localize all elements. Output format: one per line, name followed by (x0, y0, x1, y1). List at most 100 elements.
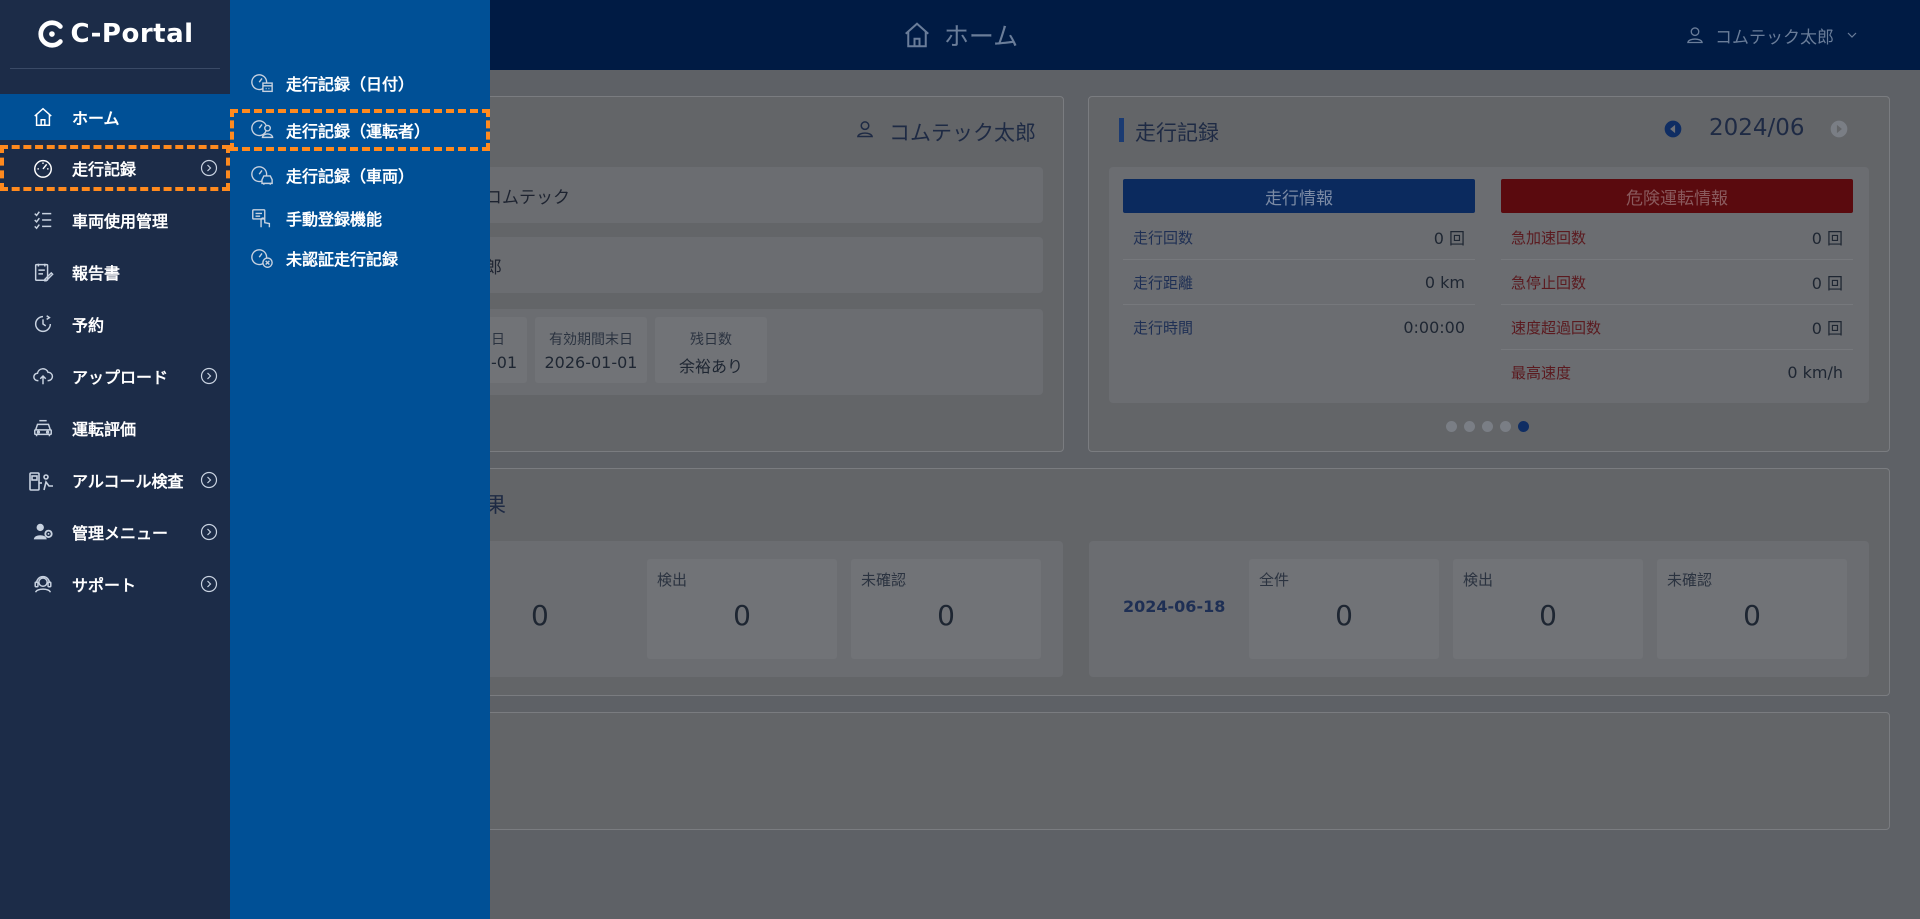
submenu-item-by-driver[interactable]: 走行記録（運転者） (230, 109, 490, 151)
remaining-label: 残日数 (690, 332, 732, 348)
speedometer-icon (32, 157, 54, 179)
detect-value: 0 (733, 599, 751, 632)
carousel-dot[interactable] (1464, 421, 1475, 432)
sidebar-item-vehicle-usage[interactable]: 車両使用管理 (0, 197, 230, 243)
logo[interactable]: C-Portal (0, 0, 230, 68)
result-date: 2024-06-18 (1123, 597, 1226, 616)
sidebar-item-label: 予約 (72, 316, 105, 335)
home-icon (32, 106, 54, 128)
result-right-panel: 2024-06-18 全件 0 検出 0 未確認 0 (1089, 541, 1869, 677)
carousel-dot[interactable] (1482, 421, 1493, 432)
sidebar-item-report[interactable]: 報告書 (0, 249, 230, 295)
table-row: 走行回数 0 回 (1123, 215, 1475, 260)
expiry-value: 2026-01-01 (544, 353, 638, 372)
all-chip: 全件 0 (1249, 559, 1439, 659)
page-title: ホーム (902, 17, 1018, 53)
submenu-item-by-date[interactable]: 走行記録（日付） (230, 63, 490, 103)
clock-icon (32, 313, 54, 335)
unconfirmed-value: 0 (937, 599, 955, 632)
table-row: 急停止回数 0 回 (1501, 260, 1853, 305)
row-value: 0 回 (1811, 274, 1843, 293)
detect-label: 検出 (1463, 571, 1494, 589)
sidebar-item-alcohol-test[interactable]: アルコール検査 (0, 457, 230, 503)
support-agent-icon (32, 573, 54, 595)
next-month-icon[interactable] (1829, 119, 1849, 139)
speedometer-driver-icon (250, 118, 274, 140)
unconfirmed-label: 未確認 (1667, 571, 1713, 589)
sidebar-item-label: ホーム (72, 109, 120, 128)
row-label: 最高速度 (1511, 363, 1572, 382)
submenu-item-by-vehicle[interactable]: 走行記録（車両） (230, 155, 490, 195)
sidebar-item-label: 車両使用管理 (72, 212, 169, 231)
row-label: 走行回数 (1133, 228, 1194, 247)
sidebar-item-drive-record[interactable]: 走行記録 (0, 145, 230, 191)
remaining-chip: 残日数 余裕あり (655, 317, 767, 383)
sidebar-item-label: アップロード (72, 368, 169, 387)
unconfirmed-chip: 未確認 0 (1657, 559, 1847, 659)
chevron-right-icon (200, 523, 218, 541)
submenu-item-unverified[interactable]: 未認証走行記録 (230, 238, 490, 278)
unconfirmed-label: 未確認 (861, 571, 907, 589)
sidebar-item-home[interactable]: ホーム (0, 94, 230, 140)
submenu-item-manual-entry[interactable]: 手動登録機能 (230, 198, 490, 238)
detect-chip: 検出 0 (1453, 559, 1643, 659)
user-menu[interactable]: コムテック太郎 (1685, 0, 1860, 70)
all-value: 0 (1335, 599, 1353, 632)
empty-card (430, 712, 1890, 830)
breathalyzer-icon (28, 469, 56, 491)
sidebar-item-label: 報告書 (72, 264, 121, 283)
company-row: コムテック (431, 167, 1043, 223)
checklist-icon (32, 209, 54, 231)
carousel-dot[interactable] (1500, 421, 1511, 432)
sidebar: C-Portal ホーム 走行記録 車両使用管理 報告書 予約 アップロード 運… (0, 0, 230, 919)
speedometer-calendar-icon (250, 72, 274, 94)
row-value: 0 回 (1811, 319, 1843, 338)
all-label: 全件 (1259, 571, 1290, 589)
speedometer-unverified-icon (250, 247, 274, 269)
drive-record-card: 走行記録 2024/06 走行情報 危険運転情報 走行回数 0 回 走行距離 0… (1088, 96, 1890, 452)
admin-gear-icon (32, 521, 54, 543)
chevron-down-icon (1844, 27, 1860, 43)
report-icon (32, 261, 54, 283)
sidebar-item-label: アルコール検査 (72, 472, 184, 491)
title-accent (1119, 118, 1124, 142)
logo-text: C-Portal (70, 19, 194, 49)
row-value: 0 回 (1433, 229, 1465, 248)
detect-value: 0 (1539, 599, 1557, 632)
sidebar-item-label: サポート (72, 576, 137, 595)
home-icon (902, 20, 932, 50)
month-label: 2024/06 (1709, 115, 1805, 141)
drive-info-header: 走行情報 (1123, 179, 1475, 213)
row-value: 0 回 (1811, 229, 1843, 248)
sidebar-item-driving-evaluation[interactable]: 運転評価 (0, 405, 230, 451)
expiry-chip: 有効期間末日 2026-01-01 (535, 317, 647, 383)
sidebar-item-upload[interactable]: アップロード (0, 353, 230, 399)
row-label: 急停止回数 (1511, 273, 1587, 292)
car-front-icon (32, 417, 54, 439)
unconfirmed-chip: 未確認 0 (851, 559, 1041, 659)
drive-record-submenu: 走行記録（日付） 走行記録（運転者） 走行記録（車両） 手動登録機能 未認証走行… (230, 0, 490, 919)
sidebar-item-admin-menu[interactable]: 管理メニュー (0, 509, 230, 555)
sidebar-item-reservation[interactable]: 予約 (0, 301, 230, 347)
row-value: 0:00:00 (1403, 317, 1465, 337)
chevron-right-icon (200, 575, 218, 593)
carousel-dot-active[interactable] (1518, 421, 1529, 432)
company-name: コムテック (485, 188, 570, 208)
remaining-value: 余裕あり (678, 357, 743, 376)
speedometer-car-icon (250, 164, 274, 186)
carousel-dots (1446, 421, 1529, 432)
carousel-dot[interactable] (1446, 421, 1457, 432)
sidebar-item-support[interactable]: サポート (0, 561, 230, 607)
prev-month-icon[interactable] (1663, 119, 1683, 139)
chevron-right-icon (200, 367, 218, 385)
table-row: 速度超過回数 0 回 (1501, 305, 1853, 350)
profile-card: コムテック太郎 コムテック 郎 日 -01 有効期間末日 2026-01-01 … (430, 96, 1064, 452)
table-row: 最高速度 0 km/h (1501, 350, 1853, 394)
row-label: 走行時間 (1133, 318, 1194, 337)
date-label: 日 (491, 332, 505, 348)
submenu-item-label: 手動登録機能 (286, 210, 383, 229)
detect-label: 検出 (657, 571, 688, 589)
result-left-panel: 0 検出 0 未確認 0 (431, 541, 1063, 677)
date-value: -01 (491, 353, 518, 372)
name-row: 郎 (431, 237, 1043, 293)
